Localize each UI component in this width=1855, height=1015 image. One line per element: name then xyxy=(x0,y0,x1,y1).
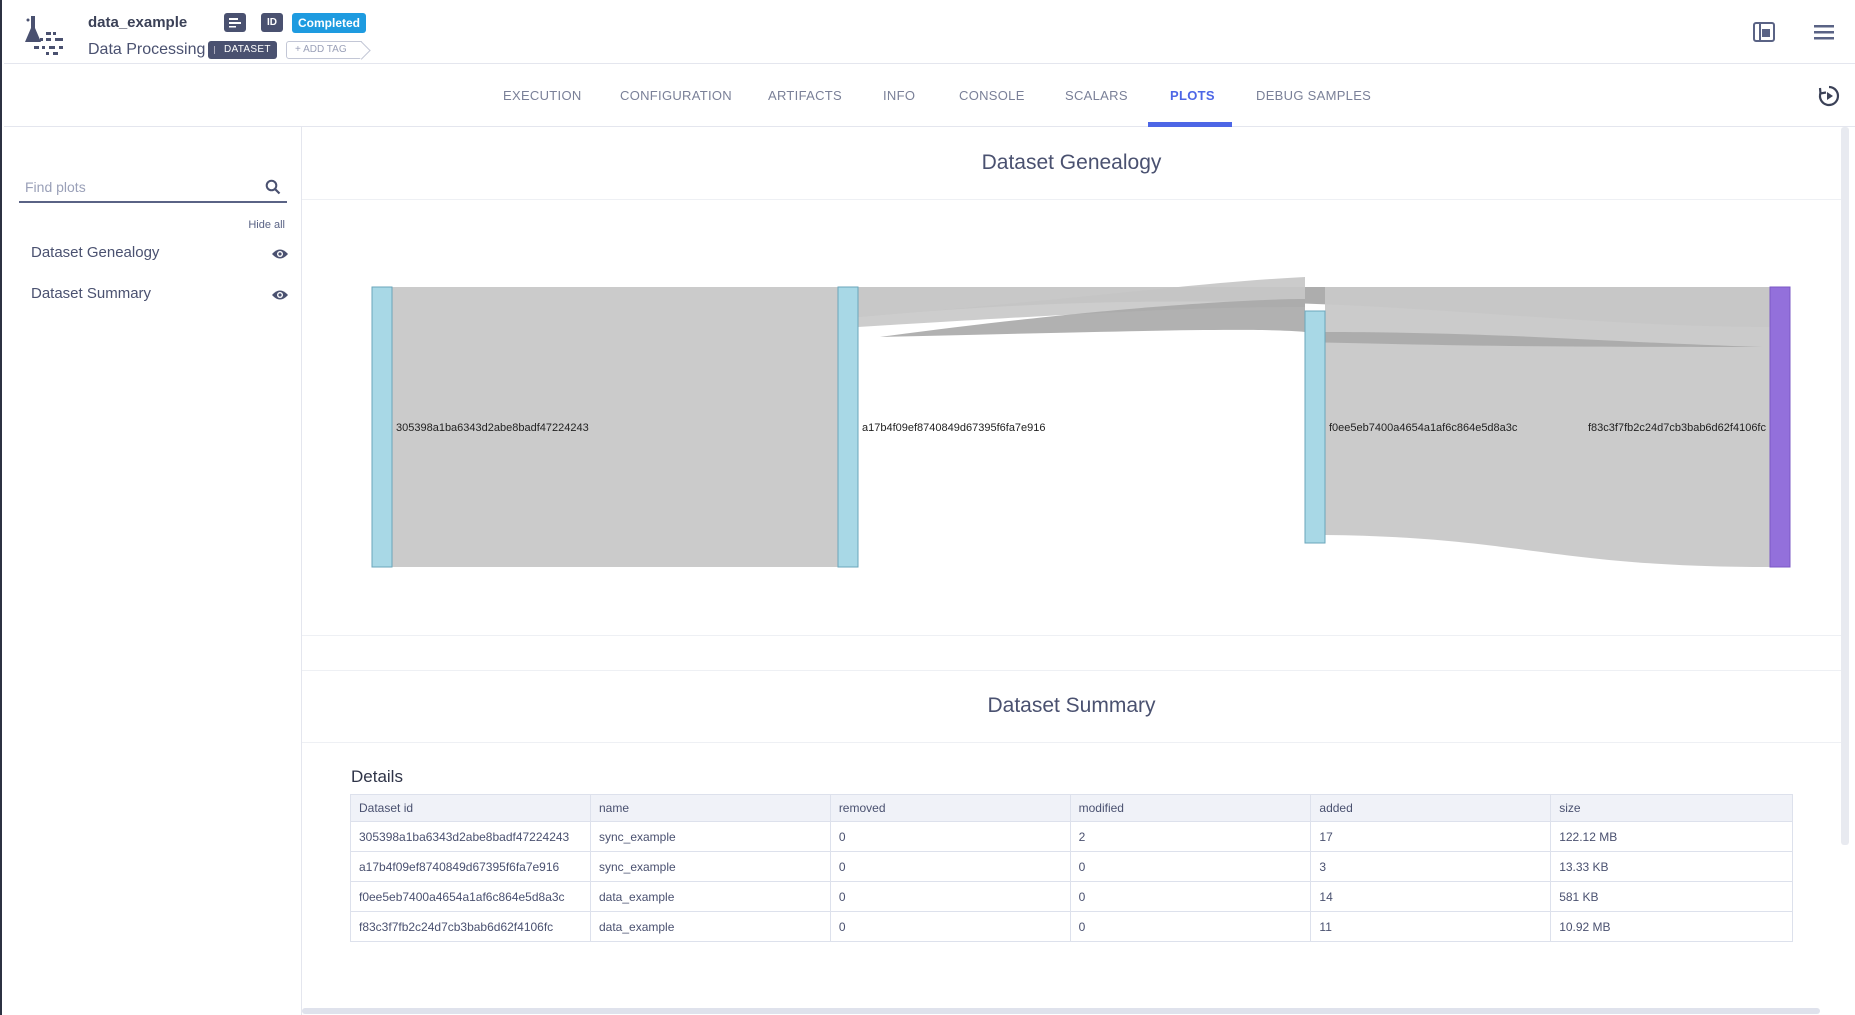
column-header: added xyxy=(1310,794,1552,822)
sidebar-item-dataset-genealogy[interactable]: Dataset Genealogy xyxy=(31,244,289,266)
table-cell: 581 KB xyxy=(1550,881,1793,912)
summary-table: Dataset id name removed modified added s… xyxy=(350,794,1793,942)
toggle-details-panel-icon[interactable] xyxy=(1753,22,1775,42)
status-badge: Completed xyxy=(292,13,367,33)
tab-scalars[interactable]: SCALARS xyxy=(1065,88,1128,103)
vertical-scrollbar[interactable] xyxy=(1841,127,1849,845)
sankey-node-4 xyxy=(1769,286,1791,568)
id-badge-button[interactable]: ID xyxy=(261,13,283,32)
tab-artifacts[interactable]: ARTIFACTS xyxy=(768,88,842,103)
table-cell: 122.12 MB xyxy=(1550,821,1793,852)
table-cell: sync_example xyxy=(589,821,831,852)
table-cell: 13.33 KB xyxy=(1550,851,1793,882)
table-cell: 0 xyxy=(1069,911,1312,942)
sankey-node-3 xyxy=(1304,310,1326,544)
project-name[interactable]: Data Processing xyxy=(88,41,205,59)
sankey-label-2: a17b4f09ef8740849d67395f6fa7e916 xyxy=(862,422,1046,434)
table-cell: 2 xyxy=(1069,821,1312,852)
tab-debug-samples[interactable]: DEBUG SAMPLES xyxy=(1256,88,1371,103)
horizontal-scrollbar[interactable] xyxy=(302,1008,1820,1014)
sidebar-item-dataset-summary[interactable]: Dataset Summary xyxy=(31,285,289,307)
plots-main: Dataset Genealogy 305398a1ba6343d2abe8ba… xyxy=(302,127,1841,1015)
sankey-node-1 xyxy=(371,286,393,568)
tab-execution[interactable]: EXECUTION xyxy=(503,88,582,103)
sidebar-item-label: Dataset Genealogy xyxy=(31,244,160,261)
table-cell: 3 xyxy=(1310,851,1552,882)
table-cell: 0 xyxy=(1069,851,1312,882)
tab-info[interactable]: INFO xyxy=(883,88,915,103)
eye-icon[interactable] xyxy=(271,247,289,261)
column-header: size xyxy=(1550,794,1793,822)
table-cell: 0 xyxy=(829,821,1071,852)
dataset-tag[interactable]: DATASET xyxy=(208,41,277,59)
divider xyxy=(302,635,1841,636)
column-header: modified xyxy=(1069,794,1312,822)
info-panel-icon[interactable] xyxy=(224,13,246,32)
search-input[interactable] xyxy=(25,175,245,199)
table-cell: 11 xyxy=(1310,911,1552,942)
table-row: a17b4f09ef8740849d67395f6fa7e916 sync_ex… xyxy=(350,851,1793,882)
summary-title: Dataset Summary xyxy=(987,694,1156,717)
auto-refresh-icon[interactable] xyxy=(1817,84,1841,108)
table-cell: sync_example xyxy=(589,851,831,882)
task-name[interactable]: data_example xyxy=(88,14,187,31)
table-cell: data_example xyxy=(589,911,831,942)
eye-icon[interactable] xyxy=(271,288,289,302)
divider xyxy=(302,199,1841,200)
table-row: f83c3f7fb2c24d7cb3bab6d62f4106fc data_ex… xyxy=(350,911,1793,942)
genealogy-sankey: 305398a1ba6343d2abe8badf47224243 a17b4f0… xyxy=(371,277,1791,568)
hide-all-link[interactable]: Hide all xyxy=(248,219,285,231)
column-header: Dataset id xyxy=(350,794,591,822)
table-cell: 0 xyxy=(1069,881,1312,912)
sankey-node-2 xyxy=(837,286,859,568)
sankey-label-1: 305398a1ba6343d2abe8badf47224243 xyxy=(396,422,589,434)
sankey-label-3: f0ee5eb7400a4654a1af6c864e5d8a3c xyxy=(1329,422,1518,434)
experiment-logo-icon xyxy=(25,16,63,55)
plots-sidebar: Hide all Dataset Genealogy Dataset Summa… xyxy=(4,127,302,1015)
divider xyxy=(302,670,1841,671)
table-cell: f0ee5eb7400a4654a1af6c864e5d8a3c xyxy=(350,881,591,912)
table-cell: a17b4f09ef8740849d67395f6fa7e916 xyxy=(350,851,591,882)
details-title: Details xyxy=(351,767,403,786)
table-cell: 0 xyxy=(829,911,1071,942)
search-icon[interactable] xyxy=(265,179,281,195)
task-header: data_example ID Completed Data Processin… xyxy=(4,0,1855,64)
table-cell: 0 xyxy=(829,851,1071,882)
column-header: removed xyxy=(829,794,1071,822)
table-cell: 10.92 MB xyxy=(1550,911,1793,942)
plot-search xyxy=(19,175,287,203)
table-cell: 0 xyxy=(829,881,1071,912)
app-frame: data_example ID Completed Data Processin… xyxy=(0,0,1855,1015)
divider xyxy=(302,742,1841,743)
menu-icon[interactable] xyxy=(1813,22,1835,42)
column-header: name xyxy=(589,794,831,822)
table-row: 305398a1ba6343d2abe8badf47224243 sync_ex… xyxy=(350,821,1793,852)
add-tag-button[interactable]: + ADD TAG xyxy=(286,41,362,59)
table-cell: data_example xyxy=(589,881,831,912)
sankey-label-4: f83c3f7fb2c24d7cb3bab6d62f4106fc xyxy=(1588,422,1766,434)
genealogy-title: Dataset Genealogy xyxy=(981,151,1162,174)
table-cell: 17 xyxy=(1310,821,1552,852)
table-cell: 14 xyxy=(1310,881,1552,912)
tab-bar: EXECUTION CONFIGURATION ARTIFACTS INFO C… xyxy=(4,64,1855,127)
table-row: f0ee5eb7400a4654a1af6c864e5d8a3c data_ex… xyxy=(350,881,1793,912)
table-cell: 305398a1ba6343d2abe8badf47224243 xyxy=(350,821,591,852)
tab-plots[interactable]: PLOTS xyxy=(1170,88,1215,103)
tab-console[interactable]: CONSOLE xyxy=(959,88,1025,103)
table-header-row: Dataset id name removed modified added s… xyxy=(350,794,1793,822)
tab-configuration[interactable]: CONFIGURATION xyxy=(620,88,732,103)
sidebar-item-label: Dataset Summary xyxy=(31,285,152,302)
table-cell: f83c3f7fb2c24d7cb3bab6d62f4106fc xyxy=(350,911,591,942)
